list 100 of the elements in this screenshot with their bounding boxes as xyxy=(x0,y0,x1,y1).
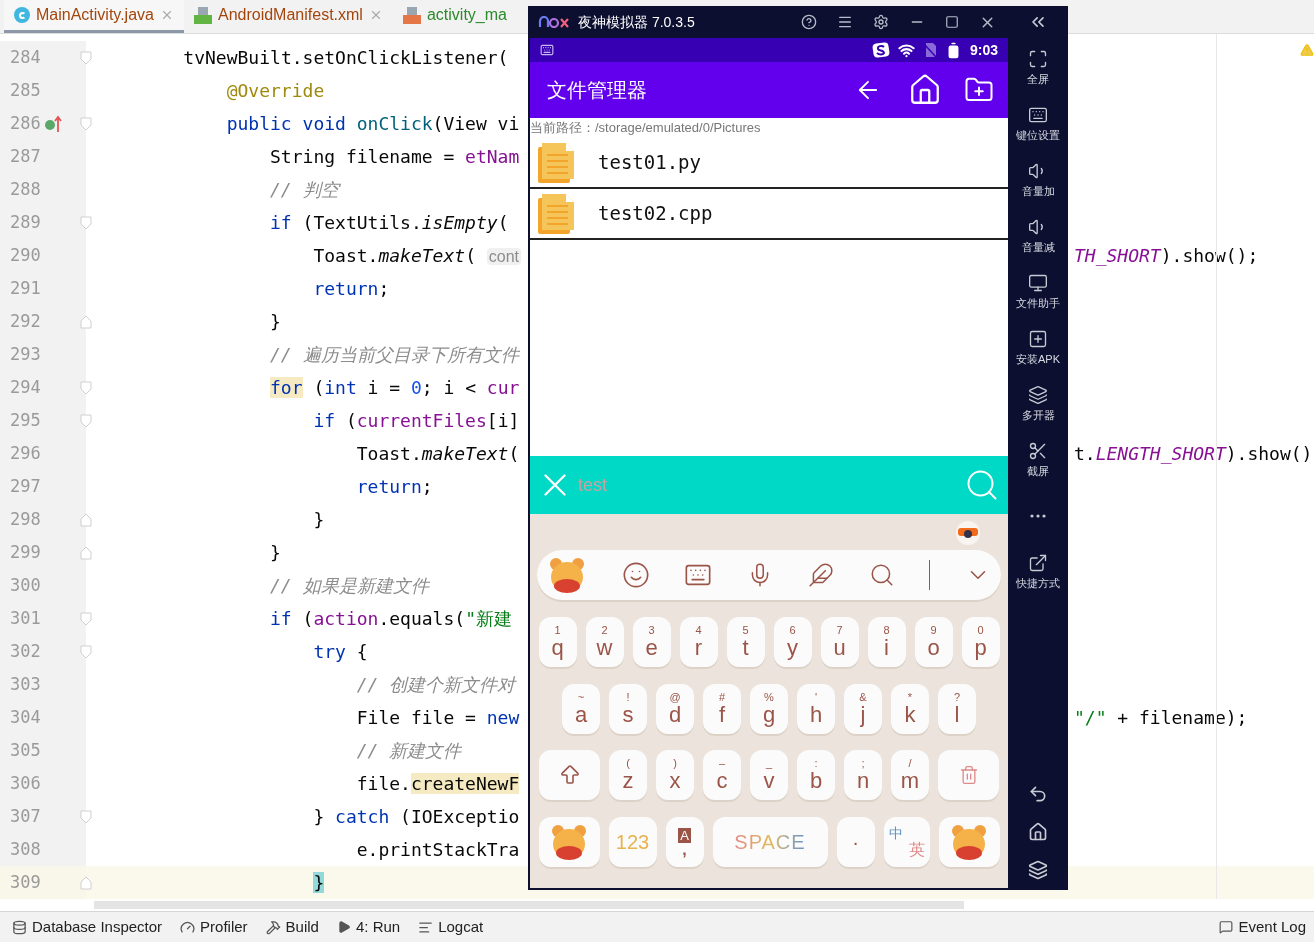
code-line: "/" + filename); xyxy=(1074,707,1248,728)
key[interactable]: 2 w xyxy=(585,616,624,667)
line-number: 307 xyxy=(9,804,42,828)
xml-file-icon xyxy=(402,6,421,24)
settings-icon[interactable] xyxy=(873,14,889,30)
code-line: String filename = etNam xyxy=(270,146,520,167)
sidebar-button[interactable]: 截屏 xyxy=(1008,432,1068,488)
sidebar-button[interactable]: 文件助手 xyxy=(1008,264,1068,320)
code-line: // 遍历当前父目录下所有文件 xyxy=(270,344,519,365)
key[interactable]: 6 y xyxy=(773,616,812,667)
code-line: } catch (IOExceptio xyxy=(313,806,520,827)
emoji-icon[interactable] xyxy=(621,561,650,589)
code-line: Toast.makeText( xyxy=(356,443,520,464)
fullscreen-icon xyxy=(1028,48,1048,69)
key[interactable]: @ d xyxy=(656,683,694,734)
key[interactable]: 7 u xyxy=(820,616,859,667)
key[interactable]: 4 r xyxy=(679,616,718,667)
maximize-icon[interactable] xyxy=(945,15,959,29)
file-tab[interactable]: MainActivity.java xyxy=(4,0,184,33)
key[interactable]: 8 i xyxy=(867,616,906,667)
key[interactable]: / m xyxy=(891,750,929,801)
sidebar-button[interactable]: 键位设置 xyxy=(1008,96,1068,152)
window-title: 夜神模拟器 7.0.3.5 xyxy=(578,12,695,32)
key[interactable]: – c xyxy=(703,750,741,801)
file-tab[interactable]: activity_ma xyxy=(392,0,517,33)
file-tab[interactable]: AndroidManifest.xml xyxy=(183,0,393,33)
event-log-button[interactable]: Event Log xyxy=(1219,915,1314,939)
mascot-key[interactable] xyxy=(938,817,1000,868)
key[interactable]: ? l xyxy=(938,683,976,734)
log-icon xyxy=(418,919,434,935)
camera-icon[interactable] xyxy=(955,518,981,546)
line-number: 297 xyxy=(9,474,42,498)
delete-key[interactable] xyxy=(938,750,999,801)
key[interactable]: 9 o xyxy=(914,616,953,667)
current-path: 当前路径：/storage/emulated/0/Pictures xyxy=(530,119,762,137)
database-icon xyxy=(12,919,27,935)
key[interactable]: ) x xyxy=(656,750,694,801)
key[interactable]: 5 t xyxy=(726,616,765,667)
scrollbar[interactable] xyxy=(94,901,964,909)
sidebar-button[interactable]: 快捷方式 xyxy=(1008,544,1068,600)
override-marker-icon[interactable] xyxy=(44,114,64,133)
key[interactable]: ; n xyxy=(844,750,882,801)
line-number: 308 xyxy=(9,837,42,861)
run-icon xyxy=(336,920,351,934)
line-number: 306 xyxy=(9,771,42,795)
help-icon[interactable] xyxy=(801,14,817,30)
tool-window-button[interactable]: Database Inspector xyxy=(12,915,163,939)
key[interactable]: & j xyxy=(844,683,882,734)
key[interactable]: * k xyxy=(891,683,929,734)
key[interactable]: ~ a xyxy=(562,683,600,734)
code-line: // 创建个新文件对 xyxy=(356,674,516,695)
emulator-logo xyxy=(538,16,570,28)
tool-window-button[interactable]: 4: Run xyxy=(336,915,401,939)
key[interactable]: ' h xyxy=(797,683,835,734)
key[interactable]: # f xyxy=(703,683,741,734)
tool-window-button[interactable]: Profiler xyxy=(180,915,248,939)
tool-window-button[interactable]: Logcat xyxy=(418,915,484,939)
shift-key[interactable] xyxy=(539,750,600,801)
recent-apps-icon[interactable] xyxy=(1028,860,1048,880)
code-line: } xyxy=(313,509,325,530)
sidebar-button[interactable]: 音量加 xyxy=(1008,152,1068,208)
mascot-icon xyxy=(549,823,589,862)
line-number: 304 xyxy=(9,705,42,729)
handwriting-icon[interactable] xyxy=(807,562,834,588)
code-line: // 新建文件 xyxy=(356,740,462,761)
language-key[interactable]: 中 英 xyxy=(883,817,930,868)
shortcut-icon xyxy=(1028,552,1048,573)
line-number: 290 xyxy=(9,243,42,267)
sidebar-button[interactable]: 音量减 xyxy=(1008,208,1068,264)
home-icon[interactable] xyxy=(1028,822,1048,842)
sidebar-button[interactable]: 多开器 xyxy=(1008,376,1068,432)
key[interactable]: % g xyxy=(750,683,788,734)
code-line: } xyxy=(270,311,281,332)
code-line: // 如果是新建文件 xyxy=(270,575,429,596)
key[interactable]: 0 p xyxy=(961,616,1000,667)
key[interactable]: 3 e xyxy=(632,616,671,667)
file-row[interactable]: test01.py xyxy=(530,138,1008,189)
key[interactable]: 1 q xyxy=(538,616,577,667)
sidebar-button[interactable]: 安装APK xyxy=(1008,320,1068,376)
tool-window-button[interactable]: Build xyxy=(265,915,319,939)
period-key[interactable]: · xyxy=(836,817,875,868)
symbols-key[interactable]: A , xyxy=(665,817,704,868)
line-number: 292 xyxy=(9,309,42,333)
status-time: 9:03 xyxy=(969,40,998,60)
mascot-key[interactable] xyxy=(538,817,600,868)
line-number: 284 xyxy=(9,45,42,69)
key[interactable]: ! s xyxy=(609,683,647,734)
sidebar-button[interactable]: 全屏 xyxy=(1008,40,1068,96)
search-field[interactable]: test xyxy=(578,471,960,499)
home-button[interactable] xyxy=(908,73,942,107)
key[interactable]: ( z xyxy=(609,750,647,801)
mascot-icon xyxy=(547,556,587,594)
search-bar[interactable]: test xyxy=(530,456,1008,514)
back-icon[interactable] xyxy=(1028,784,1048,804)
file-row[interactable]: test02.cpp xyxy=(530,189,1008,240)
menu-icon[interactable] xyxy=(837,14,853,30)
gauge-icon xyxy=(180,919,196,935)
key[interactable]: _ v xyxy=(750,750,788,801)
message-icon xyxy=(1219,920,1234,934)
key[interactable]: : b xyxy=(797,750,835,801)
